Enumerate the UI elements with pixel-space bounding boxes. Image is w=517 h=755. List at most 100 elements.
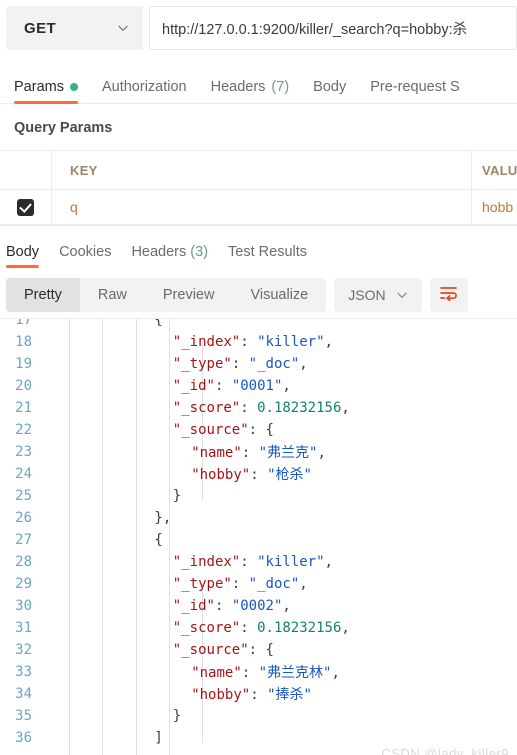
row-key-cell[interactable]: q: [52, 190, 472, 224]
token-n: 0.18232156: [257, 620, 342, 636]
tab-headers-label: Headers: [210, 79, 266, 95]
param-value-text: hobb: [482, 199, 514, 215]
tab-body[interactable]: Body: [313, 79, 346, 104]
line-source: "_source": {: [173, 422, 274, 438]
response-tabs: Body Cookies Headers (3) Test Results: [0, 234, 517, 268]
line-number: 24: [15, 466, 32, 482]
token-s: "_doc": [248, 576, 300, 592]
tab-params-label: Params: [14, 79, 64, 95]
line-number: 25: [15, 488, 32, 504]
token-p: }: [172, 488, 182, 504]
token-k: "_type": [172, 356, 232, 372]
token-k: "name": [191, 445, 242, 461]
code-line: 24 "hobby": "枪杀": [0, 463, 517, 485]
token-p: ,: [331, 665, 340, 681]
line-source: "hobby": "捧杀": [191, 684, 312, 704]
line-source: "name": "弗兰克林",: [191, 662, 340, 682]
view-mode-preview[interactable]: Preview: [145, 278, 233, 312]
line-number: 27: [15, 532, 32, 548]
tab-headers[interactable]: Headers (7): [211, 79, 290, 104]
token-k: "_index": [172, 334, 241, 350]
tab-params[interactable]: Params: [14, 79, 78, 104]
line-number: 20: [15, 378, 32, 394]
code-line: 31 "_score": 0.18232156,: [0, 617, 517, 639]
token-p: ,: [341, 620, 350, 636]
response-tab-headers[interactable]: Headers (3): [131, 244, 208, 268]
line-source: {: [154, 318, 163, 328]
tab-pre-request-script[interactable]: Pre-request S: [370, 79, 459, 104]
row-value-cell[interactable]: hobb: [472, 190, 517, 224]
view-mode-pretty-label: Pretty: [24, 287, 62, 303]
token-p: :: [214, 598, 232, 614]
line-number: 33: [15, 664, 32, 680]
token-s: "_doc": [248, 356, 300, 372]
line-source: "_id": "0001",: [173, 378, 291, 394]
line-source: "_type": "_doc",: [173, 356, 308, 372]
http-method-label: GET: [24, 19, 57, 37]
token-k: "hobby": [191, 467, 251, 483]
token-k: "_score": [172, 400, 241, 416]
postman-window: GET http://127.0.0.1:9200/killer/_search…: [0, 0, 517, 755]
tab-headers-count: (7): [271, 79, 290, 95]
code-line: 34 "hobby": "捧杀": [0, 683, 517, 705]
response-tab-test-results-label: Test Results: [228, 244, 308, 260]
token-s: "0002": [231, 598, 283, 614]
word-wrap-icon: [439, 285, 458, 306]
token-p: :: [231, 356, 249, 372]
token-p: ,: [282, 378, 291, 394]
view-mode-pretty[interactable]: Pretty: [6, 278, 80, 312]
tab-body-label: Body: [313, 79, 347, 95]
token-p: :: [241, 445, 259, 461]
token-k: "name": [191, 665, 242, 681]
code-line: 21 "_score": 0.18232156,: [0, 397, 517, 419]
query-params-title: Query Params: [14, 120, 113, 136]
line-source: "_score": 0.18232156,: [173, 400, 350, 416]
param-key-text: q: [70, 199, 78, 215]
chevron-down-icon: [117, 22, 129, 34]
response-tab-cookies[interactable]: Cookies: [59, 244, 111, 268]
line-number: 32: [15, 642, 32, 658]
response-tab-cookies-label: Cookies: [59, 244, 112, 260]
code-line: 20 "_id": "0001",: [0, 375, 517, 397]
http-method-dropdown[interactable]: GET: [6, 6, 143, 50]
table-row[interactable]: q hobb: [0, 190, 517, 225]
line-source: "_source": {: [173, 642, 274, 658]
tab-authorization[interactable]: Authorization: [102, 79, 187, 104]
line-source: }: [173, 708, 181, 724]
token-p: {: [154, 318, 163, 328]
line-source: "hobby": "枪杀": [191, 464, 312, 484]
word-wrap-button[interactable]: [429, 278, 468, 312]
line-source: "name": "弗兰克",: [191, 442, 326, 462]
url-input[interactable]: http://127.0.0.1:9200/killer/_search?q=h…: [149, 6, 517, 50]
response-format-dropdown[interactable]: JSON: [334, 278, 422, 312]
response-tab-body[interactable]: Body: [6, 244, 40, 268]
response-tab-test-results[interactable]: Test Results: [228, 244, 307, 268]
line-source: "_index": "killer",: [173, 334, 333, 350]
code-line: 23 "name": "弗兰克",: [0, 441, 517, 463]
token-k: "_id": [172, 598, 215, 614]
row-checkbox-cell[interactable]: [0, 190, 52, 224]
token-p: :: [250, 687, 268, 703]
response-body-viewer[interactable]: 17 {18 "_index": "killer", 19 "_type": "_doc…: [0, 318, 517, 755]
view-mode-visualize[interactable]: Visualize: [232, 278, 326, 312]
code-line: 32 "_source": {: [0, 639, 517, 661]
token-s: "捧杀": [267, 687, 312, 703]
view-mode-raw[interactable]: Raw: [80, 278, 145, 312]
code-line: 33 "name": "弗兰克林",: [0, 661, 517, 683]
response-section-divider: [0, 225, 517, 226]
line-number: 30: [15, 598, 32, 614]
token-s: "0001": [231, 378, 283, 394]
line-number: 35: [15, 708, 32, 724]
line-number: 31: [15, 620, 32, 636]
token-p: :: [241, 665, 259, 681]
table-header-row: KEY VALUE: [0, 151, 517, 190]
token-p: ,: [324, 554, 333, 570]
request-tabs: Params Authorization Headers (7) Body Pr…: [0, 66, 517, 104]
checkbox-checked-icon[interactable]: [17, 198, 34, 216]
json-code-lines: 17 {18 "_index": "killer", 19 "_type": "_doc…: [0, 318, 517, 749]
code-line: 22 "_source": {: [0, 419, 517, 441]
token-k: "hobby": [191, 687, 251, 703]
line-source: }: [173, 488, 181, 504]
view-mode-segmented-control: Pretty Raw Preview Visualize: [6, 278, 327, 312]
response-tab-body-label: Body: [6, 244, 40, 260]
